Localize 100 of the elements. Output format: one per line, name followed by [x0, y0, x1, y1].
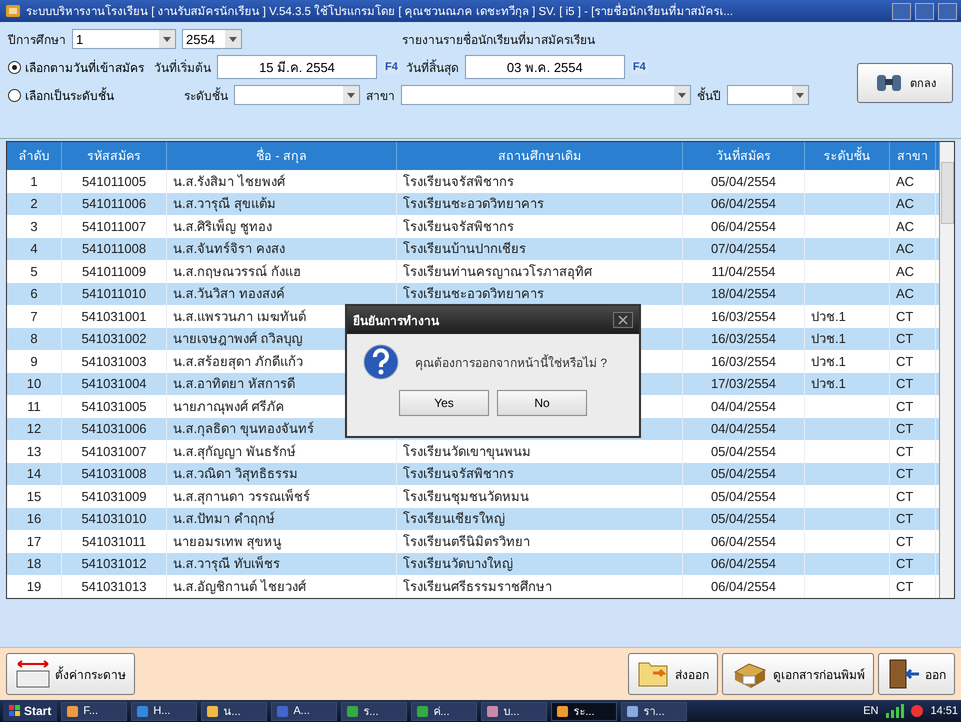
- taskbar-item[interactable]: รา...: [621, 702, 688, 720]
- close-button[interactable]: [938, 2, 957, 20]
- table-cell: 19: [26, 578, 42, 594]
- table-cell: 2: [30, 196, 38, 212]
- table-cell: 12: [26, 421, 42, 436]
- table-cell: 541031006: [81, 421, 147, 436]
- table-cell: AC: [896, 286, 914, 302]
- table-cell: AC: [896, 196, 914, 212]
- class-year-dropdown[interactable]: [727, 85, 809, 105]
- circle-icon: [910, 704, 924, 718]
- table-cell-text: โรงเรียนวัดบางใหญ่: [403, 555, 513, 574]
- table-cell-text: น.ส.สุกัญญา พันธรักษ์: [173, 442, 296, 462]
- table-cell: 11: [27, 398, 41, 414]
- minimize-button[interactable]: [892, 2, 911, 20]
- table-cell: 541031008: [81, 466, 147, 482]
- date-field[interactable]: 03 พ.ค. 2554: [464, 55, 625, 79]
- start-button[interactable]: Start: [3, 701, 58, 721]
- table-cell: 05/04/2554: [710, 466, 776, 482]
- table-cell: 17: [26, 534, 42, 549]
- taskbar-item[interactable]: น...: [201, 702, 268, 720]
- table-cell: 06/04/2554: [710, 578, 776, 594]
- table-cell: 541011005: [82, 174, 146, 189]
- clock: 14:51: [930, 705, 958, 717]
- table-cell: CT: [896, 466, 914, 482]
- table-cell: CT: [896, 556, 914, 572]
- export-button[interactable]: ส่งออก: [628, 653, 718, 695]
- ok-button[interactable]: ตกลง: [857, 63, 953, 103]
- table-cell-text: น.ส.กฤษณวรรณ์ กังแฮ: [173, 262, 301, 281]
- table-cell: CT: [896, 578, 914, 594]
- taskbar-item[interactable]: F...: [61, 702, 128, 720]
- table-cell-text: โรงเรียนวัดเขาขุนพนม: [403, 442, 531, 462]
- language-indicator[interactable]: EN: [863, 705, 878, 717]
- no-button[interactable]: No: [497, 390, 587, 416]
- table-cell: CT: [896, 354, 914, 369]
- dropdown-arrow-icon: [163, 36, 171, 42]
- field-label: วันที่สิ้นสุด: [406, 58, 459, 76]
- print-preview-button[interactable]: ดูเอกสารก่อนพิมพ์: [722, 653, 874, 695]
- page-setup-button[interactable]: ตั้งค่ากระดาษ: [6, 653, 135, 695]
- scrollbar[interactable]: [939, 142, 954, 598]
- table-cell-text: น.ส.ปัทมา คำฤกษ์: [173, 510, 275, 528]
- table-cell-text: น.ส.ศิริเพ็ญ ชูทอง: [173, 218, 272, 236]
- table-cell-text: น.ส.สุกานดา วรรณเพ็ชร์: [173, 488, 310, 506]
- table-cell: 541011010: [82, 286, 146, 302]
- app-icon: [556, 704, 570, 718]
- taskbar-item[interactable]: ระ...: [551, 702, 618, 720]
- table-cell: AC: [896, 264, 914, 279]
- table-cell-text: น.ส.สร้อยสุดา ภักดีแก้ว: [173, 352, 303, 372]
- close-icon[interactable]: [613, 312, 633, 328]
- table-cell: 7: [30, 308, 38, 324]
- app-icon: [346, 704, 360, 718]
- taskbar-item[interactable]: H...: [131, 702, 198, 720]
- yes-button[interactable]: Yes: [399, 390, 489, 416]
- table-cell: AC: [896, 241, 914, 256]
- table-cell-text: โรงเรียนชะอวดวิทยาคาร: [403, 285, 544, 304]
- table-cell: 541031002: [81, 331, 147, 346]
- table-cell: 16: [26, 511, 42, 526]
- table-cell-text: โรงเรียนชะอวดวิทยาคาร: [403, 195, 544, 214]
- date-field[interactable]: 15 มี.ค. 2554: [217, 55, 377, 79]
- table-cell-text: น.ส.วันวิสา ทองสงค์: [173, 285, 285, 304]
- table-cell: CT: [896, 376, 914, 392]
- table-cell-text: น.ส.รังสิมา ไชยพงศ์: [173, 172, 285, 191]
- exit-button[interactable]: ออก: [878, 653, 955, 695]
- table-cell: AC: [896, 174, 914, 189]
- restore-button[interactable]: [915, 2, 934, 20]
- branch-dropdown[interactable]: [401, 85, 691, 105]
- radio-option[interactable]: เลือกเป็นระดับชั้น: [8, 86, 148, 104]
- table-cell: 11/04/2554: [711, 264, 776, 279]
- taskbar-item[interactable]: ค่...: [411, 702, 478, 720]
- radio-option[interactable]: เลือกตามวันที่เข้าสมัคร: [8, 58, 148, 76]
- table-cell: 541011009: [82, 264, 146, 279]
- table-cell-text: นายอมรเทพ สุขหนู: [173, 532, 282, 552]
- table-cell: 541011007: [82, 218, 146, 234]
- table-cell: CT: [896, 308, 914, 324]
- table-cell: 541031011: [82, 534, 146, 549]
- level-dropdown[interactable]: [234, 85, 360, 105]
- table-cell: CT: [896, 421, 914, 436]
- taskbar-item[interactable]: ร...: [341, 702, 408, 720]
- year-dropdown[interactable]: 2554: [182, 29, 242, 49]
- taskbar-item[interactable]: บ...: [481, 702, 548, 720]
- taskbar-item[interactable]: A...: [271, 702, 338, 720]
- window-title: ระบบบริหารงานโรงเรียน [ งานรับสมัครนักเรียน ] V.54.3.5 ใช้โปรแกรมโดย [ คุณชวนณภค เดชะทวีกุล ] SV. [ i5 ] - [รายชื่อนักเรียนที่มาสมัครเ...: [26, 2, 888, 20]
- key-badge: F4: [630, 60, 648, 74]
- term-dropdown[interactable]: 1: [72, 29, 176, 49]
- table-cell-text: น.ส.วารุณี ทับเพ็ชร: [173, 554, 280, 574]
- table-cell-text: นายภาณุพงศ์ ศรีภัค: [173, 398, 285, 416]
- table-cell: 541031005: [81, 398, 147, 414]
- table-cell: 06/04/2554: [710, 196, 776, 212]
- table-cell: CT: [896, 331, 914, 346]
- paper-width-icon: [15, 659, 51, 689]
- table-cell: 17/03/2554: [710, 376, 776, 392]
- field-label: สาขา: [366, 88, 395, 104]
- table-cell-text: น.ส.วารุณี สุขแต้ม: [173, 195, 276, 214]
- table-cell-text: น.ส.กุลธิดา ขุนทองจันทร์: [173, 420, 314, 438]
- table-cell: 8: [30, 331, 38, 346]
- app-icon: [136, 704, 150, 718]
- table-cell-text: โรงเรียนจรัสพิชากร: [403, 172, 514, 191]
- table-cell: 6: [30, 286, 38, 302]
- app-icon: [626, 704, 640, 718]
- table-cell: 541011008: [82, 241, 146, 256]
- table-cell: 541031007: [81, 444, 147, 459]
